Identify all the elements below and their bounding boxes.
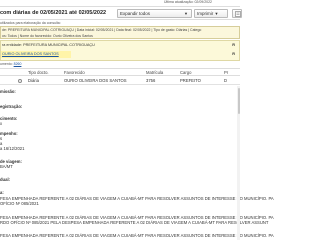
detail-label-dual: dual: — [0, 177, 11, 182]
row-cell-extra: D — [224, 78, 228, 83]
filters-line-1: de: PREFEITURA MUNICIPAL COTRIGUAÇU | Da… — [2, 28, 202, 32]
detail-label-mission: missão: — [0, 89, 16, 94]
update-bar: Última atualização: 02/09/2022 — [0, 0, 240, 5]
detail-label-due: cimento: — [0, 116, 18, 121]
document-prefix: umento: — [0, 62, 14, 66]
filters-line-2: os: Todos | Nome do favorecido: Ourio Ol… — [2, 33, 93, 38]
detail-description-line: FESA EMPENHADA REFERENTE A 02 DIÁRIAS DE… — [0, 233, 274, 238]
chevron-down-icon: ▼ — [184, 11, 188, 16]
column-header-doc-type[interactable]: Tipo docto. — [28, 70, 49, 75]
detail-panel: missão: egistração: cimento: x mpenho: s… — [0, 87, 274, 240]
table-header: Tipo docto. Favorecido Matrícula Cargo P… — [0, 68, 240, 76]
row-cell-role: PREFEITO — [180, 78, 201, 83]
detail-value-destination: BA/MT — [0, 164, 13, 169]
chevron-down-icon: ▼ — [214, 11, 219, 16]
detail-description-line: OFÍCIO Nº 085/2021 — [0, 201, 39, 206]
entity-label: ra entidade: PREFEITURA MUNICIPAL COTRIG… — [2, 43, 95, 47]
expand-all-button[interactable]: Expandir todos ▼ — [117, 9, 192, 18]
detail-value-date: a 16/12/2021 — [0, 146, 25, 151]
document-line: umento: 8260 — [0, 62, 21, 66]
document-link[interactable]: 8260 — [14, 62, 22, 66]
entity-notice: ra entidade: PREFEITURA MUNICIPAL COTRIG… — [0, 40, 240, 61]
column-header-registration[interactable]: Matrícula — [146, 70, 163, 75]
last-update-text: Última atualização: 02/09/2022 — [163, 0, 212, 4]
table-row[interactable]: Diária OURIO OLIVEIRA DOS SANTOS 3756 PR… — [0, 77, 240, 85]
scrollbar-thumb[interactable] — [237, 88, 240, 114]
query-note: utilizados para elaboração da consulta: — [0, 21, 61, 25]
detail-label-commitment: mpenho: — [0, 131, 18, 136]
detail-value: x — [0, 121, 3, 126]
row-cell-doc-type: Diária — [28, 78, 39, 83]
filters-box: de: PREFEITURA MUNICIPAL COTRIGUAÇU | Da… — [0, 26, 240, 39]
person-link[interactable]: OURIO OLIVEIRA DOS SANTOS — [2, 52, 59, 57]
export-icon — [234, 11, 241, 17]
detail-description-line: RDO OFÍCIO Nº 085/2021 PELA DESPESA EMPE… — [0, 220, 269, 225]
entity-right-value: R — [232, 43, 235, 47]
column-header-role[interactable]: Cargo — [180, 70, 191, 75]
column-header-extra[interactable]: Pr — [224, 70, 228, 75]
expand-all-label: Expandir todos — [120, 11, 151, 16]
row-cell-registration: 3756 — [146, 78, 156, 83]
person-highlight[interactable]: OURIO OLIVEIRA DOS SANTOS — [1, 51, 71, 58]
person-right-value: R — [232, 52, 235, 56]
results-header: com diárias de 02/05/2021 até 02/05/2022… — [0, 6, 242, 20]
export-button[interactable] — [232, 9, 242, 18]
page-title: com diárias de 02/05/2021 até 02/05/2022 — [0, 10, 107, 16]
row-select-radio[interactable] — [18, 79, 22, 83]
print-button[interactable]: Imprimir ▼ — [194, 9, 228, 18]
row-cell-beneficiary: OURIO OLIVEIRA DOS SANTOS — [64, 78, 127, 83]
detail-label-registration: egistração: — [0, 104, 23, 109]
print-label: Imprimir — [197, 11, 214, 16]
detail-label-description: a: — [0, 190, 4, 195]
column-header-beneficiary[interactable]: Favorecido — [64, 70, 85, 75]
detail-description-line: FESA EMPENHADA REFERENTE A 02 DIÁRIAS DE… — [0, 196, 274, 201]
